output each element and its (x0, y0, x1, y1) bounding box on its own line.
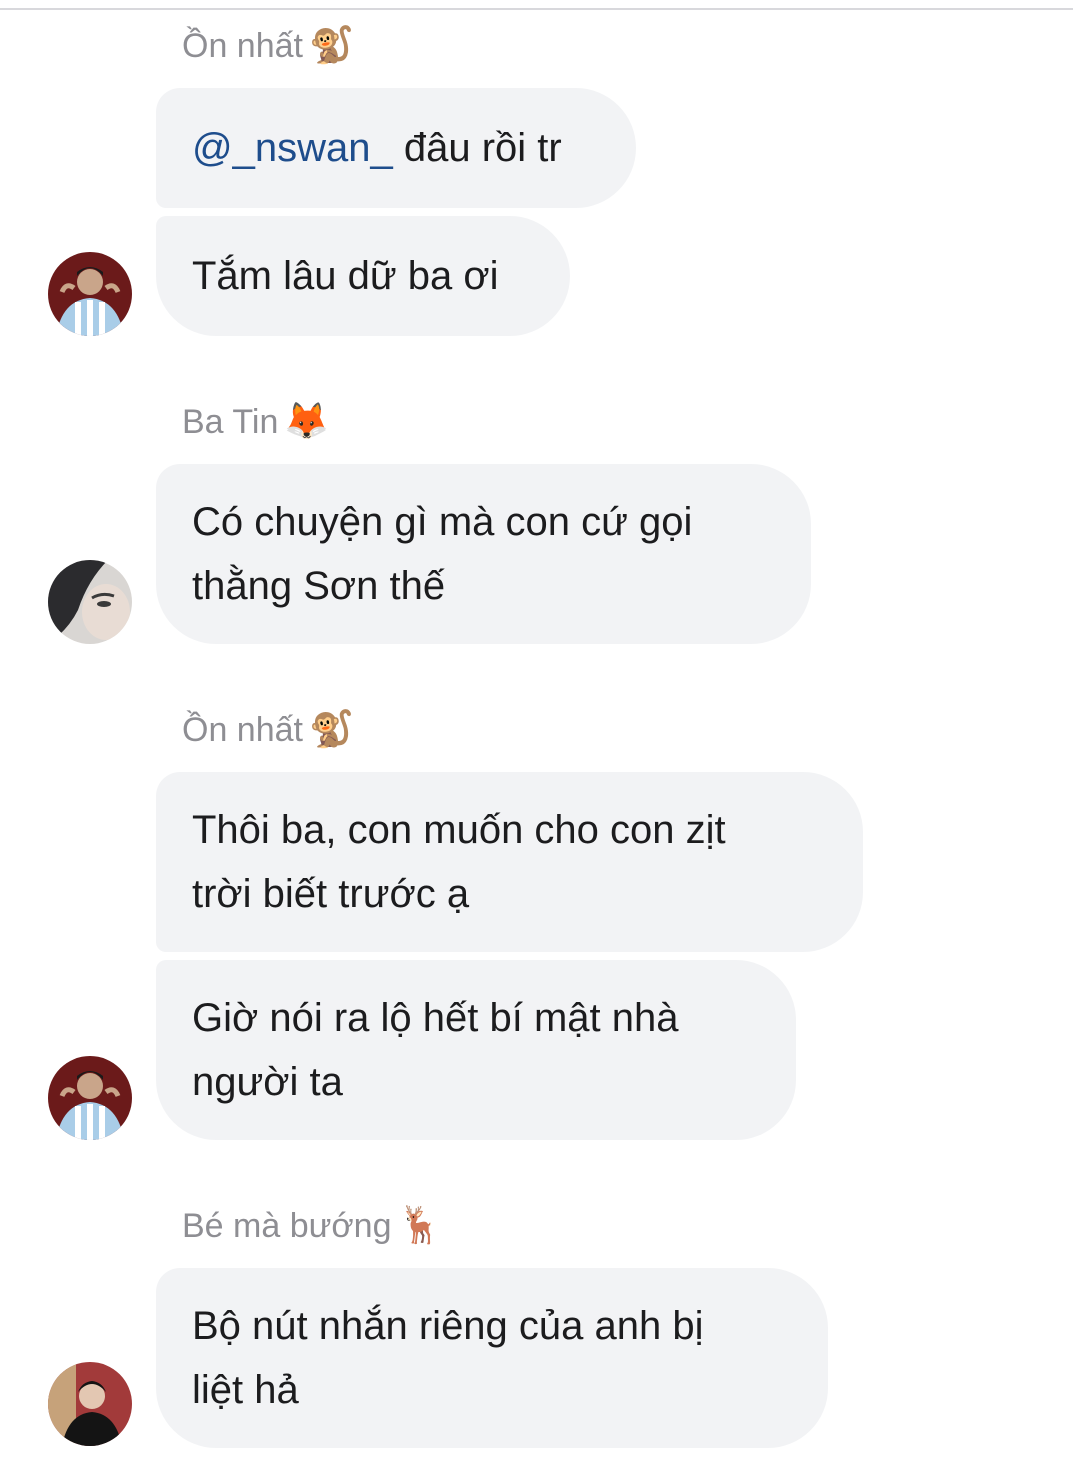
avatar-on-nhat[interactable] (48, 1056, 132, 1140)
message-bubble[interactable]: Thôi ba, con muốn cho con zịt trời biết … (156, 772, 863, 952)
sender-name-ba-tin: Ba Tin 🦊 (182, 402, 329, 442)
avatar-ba-tin[interactable] (48, 560, 132, 644)
sender-name-on-nhat: Ồn nhất 🐒 (182, 710, 354, 750)
message-line: Bộ nút nhắn riêng của anh bị (192, 1304, 704, 1348)
avatar-on-nhat[interactable] (48, 252, 132, 336)
avatar-be-ma-buong[interactable] (48, 1362, 132, 1446)
message-line: Giờ nói ra lộ hết bí mật nhà (192, 996, 679, 1040)
message-line: trời biết trước ạ (192, 872, 470, 916)
fox-emoji: 🦊 (284, 401, 330, 442)
message-bubble[interactable]: Tắm lâu dữ ba ơi (156, 216, 570, 336)
message-line: Có chuyện gì mà con cứ gọi (192, 500, 693, 544)
sender-name-label: Bé mà bướng (182, 1207, 392, 1245)
message-line: người ta (192, 1060, 343, 1104)
monkey-emoji: 🐒 (308, 25, 354, 66)
monkey-emoji: 🐒 (308, 709, 354, 750)
message-bubble[interactable]: @_nswan_ đâu rồi tr (156, 88, 636, 208)
message-line: Thôi ba, con muốn cho con zịt (192, 808, 726, 852)
sender-name-be-ma-buong: Bé mà bướng 🦌 (182, 1206, 442, 1246)
mention-link[interactable]: @_nswan_ (192, 126, 393, 170)
message-bubble[interactable]: Bộ nút nhắn riêng của anh bị liệt hả (156, 1268, 828, 1448)
deer-emoji: 🦌 (397, 1205, 443, 1246)
message-bubble[interactable]: Có chuyện gì mà con cứ gọi thằng Sơn thế (156, 464, 811, 644)
sender-name-label: Ồn nhất (182, 711, 303, 749)
sender-name-on-nhat: Ồn nhất 🐒 (182, 26, 354, 66)
sender-name-label: Ồn nhất (182, 27, 303, 65)
sender-name-label: Ba Tin (182, 403, 279, 441)
message-text: Tắm lâu dữ ba ơi (192, 254, 499, 298)
top-divider (0, 8, 1073, 10)
message-line: liệt hả (192, 1368, 299, 1412)
message-line: thằng Sơn thế (192, 564, 446, 608)
message-bubble[interactable]: Giờ nói ra lộ hết bí mật nhà người ta (156, 960, 796, 1140)
message-text: @_nswan_ đâu rồi tr (192, 116, 600, 180)
message-text-rest: đâu rồi tr (392, 126, 562, 170)
